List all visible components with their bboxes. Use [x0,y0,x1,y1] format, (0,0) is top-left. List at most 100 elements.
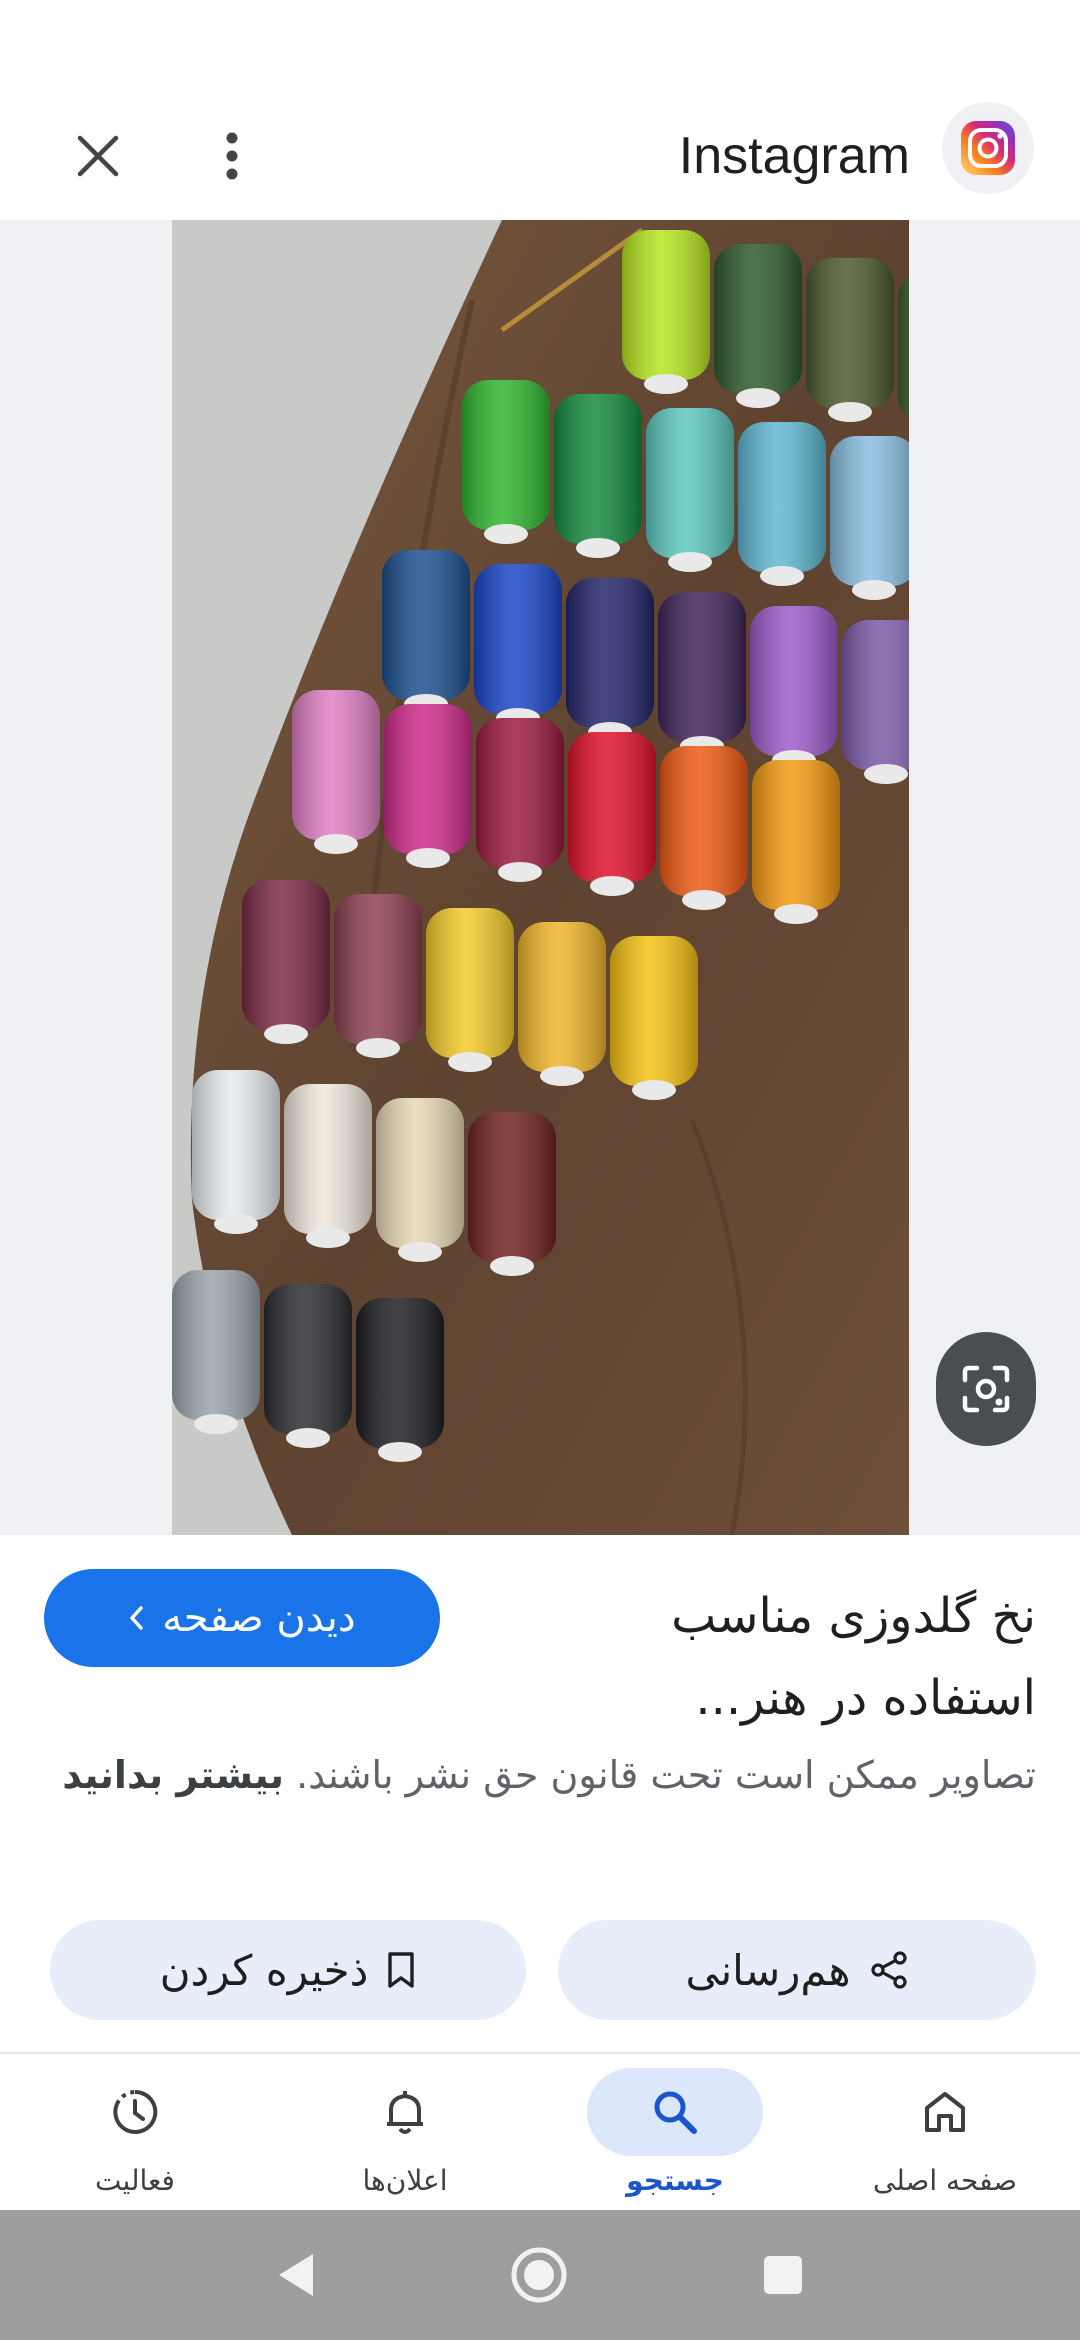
chevron-left-icon [130,1606,143,1630]
back-button[interactable] [262,2242,328,2308]
visit-page-button[interactable]: دیدن صفحه [44,1569,440,1667]
spool-shading [714,244,802,394]
spool-shading [264,1284,352,1434]
spool-shading [898,276,909,418]
top-bar: Instagram [0,90,1080,220]
spool-cap [286,1428,330,1448]
spool-cap [736,388,780,408]
spool-shading [384,704,472,854]
source-title[interactable]: Instagram [679,116,910,196]
nav-label-search: جستجو [626,2164,724,2197]
spool-shading [806,258,894,408]
spool-shading [610,936,698,1086]
bookmark-icon [388,1952,414,1988]
copyright-text: تصاویر ممکن است تحت قانون حق نشر باشند. [296,1753,1036,1797]
spool-shading [356,1298,444,1448]
spool-cap [214,1214,258,1234]
share-button[interactable]: هم‌رسانی [558,1920,1036,2020]
spool-shading [568,732,656,882]
nav-icon-container [587,2068,763,2156]
spool-shading [830,436,909,586]
copyright-notice: تصاویر ممکن است تحت قانون حق نشر باشند. … [36,1745,1036,1805]
spool-shading [646,408,734,558]
spool-shading [554,394,642,544]
nav-item-search[interactable]: جستجو [550,2068,800,2208]
nav-item-activity[interactable]: فعالیت [10,2068,260,2208]
spool-cap [760,566,804,586]
nav-icon-container [857,2068,1033,2156]
bell-icon [387,2091,423,2134]
close-button[interactable] [62,120,134,192]
spool-cap [632,1080,676,1100]
page-title[interactable]: نخ گلدوزی مناسب استفاده در هنر... [516,1575,1036,1739]
nav-label-notifications: اعلان‌ها [362,2164,448,2197]
bottom-navigation: صفحه اصلی جستجو اعلان‌ها ف [0,2052,1080,2210]
spool-cap [378,1442,422,1462]
home-icon [925,2092,965,2132]
save-label: ذخیره کردن [159,1945,369,1995]
spool-cap [682,890,726,910]
activity-icon [113,2089,158,2134]
spool-shading [476,718,564,868]
spool-cap [644,374,688,394]
share-label: هم‌رسانی [685,1945,851,1995]
spool-cap [498,862,542,882]
spool-shading [660,746,748,896]
save-button[interactable]: ذخیره کردن [50,1920,526,2020]
visit-page-label: دیدن صفحه [162,1595,356,1641]
google-lens-icon [962,1365,1010,1413]
spool-cap [490,1256,534,1276]
more-options-button[interactable] [196,120,268,192]
spool-shading [284,1084,372,1234]
spool-shading [376,1098,464,1248]
spool-shading [842,620,909,770]
spool-shading [172,1270,260,1420]
spool-cap [448,1052,492,1072]
spool-shading [566,578,654,728]
share-icon [870,1951,907,1989]
spool-cap [864,764,908,784]
spool-shading [518,922,606,1072]
spool-cap [398,1242,442,1262]
nav-label-activity: فعالیت [95,2164,175,2197]
spool-cap [194,1414,238,1434]
spool-shading [334,894,422,1044]
google-lens-button[interactable] [936,1332,1036,1446]
spool-cap [668,552,712,572]
recents-button[interactable] [750,2242,816,2308]
nav-item-home[interactable]: صفحه اصلی [820,2068,1070,2208]
spool-shading [426,908,514,1058]
spool-shading [242,880,330,1030]
spool-shading [752,760,840,910]
status-bar [0,0,1080,90]
spool-shading [658,592,746,742]
spool-shading [468,1112,556,1262]
close-icon [77,135,119,177]
more-vert-icon [226,132,238,180]
spool-shading [382,550,470,700]
spool-shading [474,564,562,714]
spool-cap [576,538,620,558]
spool-cap [356,1038,400,1058]
home-system-button[interactable] [506,2242,572,2308]
nav-item-notifications[interactable]: اعلان‌ها [280,2068,530,2208]
image-preview-area [0,220,1080,1535]
spool-cap [314,834,358,854]
spool-shading [738,422,826,572]
thread-spools-photo[interactable] [172,220,909,1535]
spool-shading [462,380,550,530]
spool-shading [192,1070,280,1220]
nav-label-home: صفحه اصلی [872,2164,1018,2197]
home-circle-icon [511,2247,567,2303]
learn-more-link[interactable]: بیشتر بدانید [62,1753,284,1797]
recents-square-icon [764,2256,802,2294]
spool-cap [406,848,450,868]
spool-cap [264,1024,308,1044]
nav-icon-container [317,2068,493,2156]
instagram-logo[interactable] [942,102,1034,194]
spool-cap [590,876,634,896]
search-icon [654,2091,697,2134]
back-triangle-icon [279,2254,313,2296]
system-navigation-bar [0,2210,1080,2340]
spool-cap [852,580,896,600]
